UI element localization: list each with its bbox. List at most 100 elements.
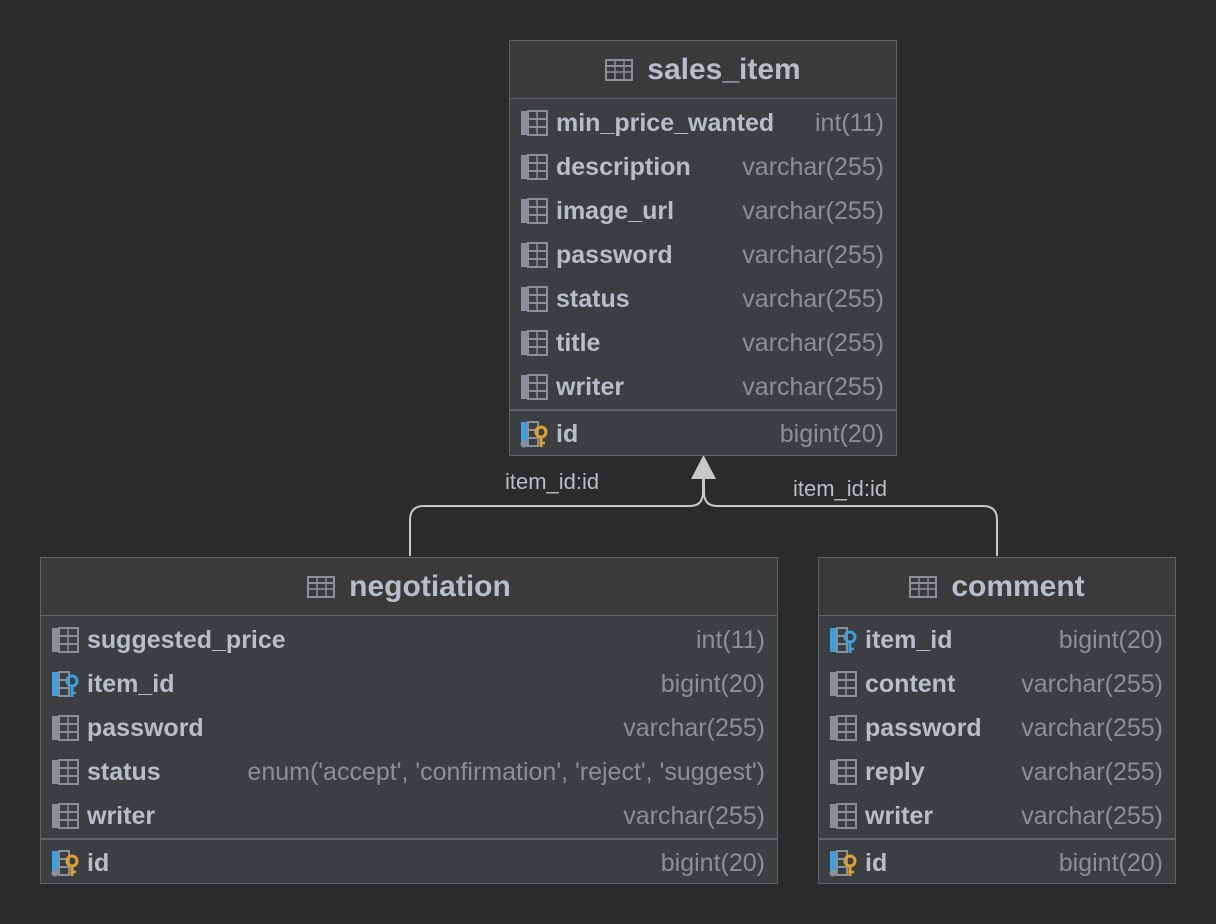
column-icon — [51, 626, 79, 654]
relation-label-comment: item_id:id — [793, 476, 888, 501]
column-row[interactable]: writer varchar(255) — [819, 794, 1175, 838]
column-name: password — [556, 240, 673, 269]
relation-arrowhead — [691, 455, 716, 479]
column-row[interactable]: writer varchar(255) — [510, 365, 896, 409]
primary-key-section: id bigint(20) — [510, 411, 896, 457]
column-name: status — [87, 757, 161, 786]
column-type: varchar(255) — [1021, 801, 1163, 830]
primary-key-icon — [51, 849, 79, 877]
column-icon — [520, 197, 548, 225]
column-icon — [51, 802, 79, 830]
column-row[interactable]: description varchar(255) — [510, 145, 896, 189]
foreign-key-icon — [51, 670, 79, 698]
primary-key-row[interactable]: id bigint(20) — [510, 411, 896, 457]
column-icon — [520, 285, 548, 313]
column-icon — [520, 109, 548, 137]
column-name: status — [556, 284, 630, 313]
column-name: suggested_price — [87, 625, 286, 654]
column-type: varchar(255) — [1021, 669, 1163, 698]
column-type: varchar(255) — [742, 328, 884, 357]
table-sales-item[interactable]: sales_item min_price_wanted int(11) descri… — [509, 40, 897, 456]
column-row[interactable]: item_id bigint(20) — [819, 618, 1175, 662]
relation-label-negotiation: item_id:id — [505, 469, 600, 494]
primary-key-icon — [829, 849, 857, 877]
column-name: writer — [87, 801, 156, 830]
column-type: varchar(255) — [1021, 757, 1163, 786]
column-row[interactable]: status varchar(255) — [510, 277, 896, 321]
table-title: comment — [951, 569, 1085, 603]
table-icon — [909, 575, 938, 598]
diagram-canvas: sales_item min_price_wanted int(11) descri… — [0, 0, 1216, 924]
column-row[interactable]: min_price_wanted int(11) — [510, 101, 896, 145]
column-icon — [51, 758, 79, 786]
column-name: id — [556, 419, 579, 448]
column-name: item_id — [865, 625, 953, 654]
column-icon — [829, 670, 857, 698]
column-name: reply — [865, 757, 925, 786]
column-icon — [520, 373, 548, 401]
primary-key-section: id bigint(20) — [819, 840, 1175, 886]
primary-key-row[interactable]: id bigint(20) — [41, 840, 777, 886]
column-icon — [829, 714, 857, 742]
column-name: password — [87, 713, 204, 742]
column-type: bigint(20) — [779, 419, 884, 448]
column-type: varchar(255) — [1021, 713, 1163, 742]
column-row[interactable]: password varchar(255) — [41, 706, 777, 750]
column-type: varchar(255) — [742, 284, 884, 313]
column-name: description — [556, 152, 691, 181]
column-type: varchar(255) — [742, 152, 884, 181]
table-header: comment — [819, 558, 1175, 616]
foreign-key-icon — [829, 626, 857, 654]
table-icon — [605, 58, 634, 81]
column-type: bigint(20) — [1058, 848, 1163, 877]
column-row[interactable]: image_url varchar(255) — [510, 189, 896, 233]
primary-key-section: id bigint(20) — [41, 840, 777, 886]
primary-key-row[interactable]: id bigint(20) — [819, 840, 1175, 886]
column-icon — [829, 802, 857, 830]
column-type: bigint(20) — [1058, 625, 1163, 654]
column-icon — [51, 714, 79, 742]
column-name: content — [865, 669, 956, 698]
column-name: writer — [865, 801, 934, 830]
column-type: varchar(255) — [623, 801, 765, 830]
column-type: int(11) — [695, 625, 765, 654]
column-icon — [829, 758, 857, 786]
table-icon — [307, 575, 336, 598]
column-type: varchar(255) — [623, 713, 765, 742]
table-title: negotiation — [349, 569, 511, 603]
column-name: password — [865, 713, 982, 742]
column-row[interactable]: suggested_price int(11) — [41, 618, 777, 662]
table-header: sales_item — [510, 41, 896, 99]
column-type: varchar(255) — [742, 240, 884, 269]
column-type: varchar(255) — [742, 372, 884, 401]
column-type: enum('accept', 'confirmation', 'reject',… — [247, 757, 765, 786]
column-row[interactable]: item_id bigint(20) — [41, 662, 777, 706]
table-comment[interactable]: comment item_id bigint(20) content varchar(… — [818, 557, 1176, 884]
column-row[interactable]: title varchar(255) — [510, 321, 896, 365]
column-row[interactable]: writer varchar(255) — [41, 794, 777, 838]
column-list: suggested_price int(11) item_id bigint(20) p… — [41, 616, 777, 838]
column-row[interactable]: password varchar(255) — [819, 706, 1175, 750]
column-row[interactable]: status enum('accept', 'confirmation', 're… — [41, 750, 777, 794]
column-icon — [520, 241, 548, 269]
column-name: item_id — [87, 669, 175, 698]
table-negotiation[interactable]: negotiation suggested_price int(11) item_i… — [40, 557, 778, 884]
column-name: title — [556, 328, 601, 357]
table-title: sales_item — [647, 52, 801, 86]
column-row[interactable]: reply varchar(255) — [819, 750, 1175, 794]
table-header: negotiation — [41, 558, 777, 616]
column-icon — [520, 153, 548, 181]
column-name: id — [87, 848, 110, 877]
column-type: bigint(20) — [660, 669, 765, 698]
column-row[interactable]: password varchar(255) — [510, 233, 896, 277]
column-list: item_id bigint(20) content varchar(255) pass… — [819, 616, 1175, 838]
column-name: min_price_wanted — [556, 108, 775, 137]
column-name: writer — [556, 372, 625, 401]
column-row[interactable]: content varchar(255) — [819, 662, 1175, 706]
primary-key-icon — [520, 420, 548, 448]
column-type: varchar(255) — [742, 196, 884, 225]
column-type: bigint(20) — [660, 848, 765, 877]
column-name: id — [865, 848, 888, 877]
column-list: min_price_wanted int(11) description varcha… — [510, 99, 896, 409]
column-type: int(11) — [814, 108, 884, 137]
